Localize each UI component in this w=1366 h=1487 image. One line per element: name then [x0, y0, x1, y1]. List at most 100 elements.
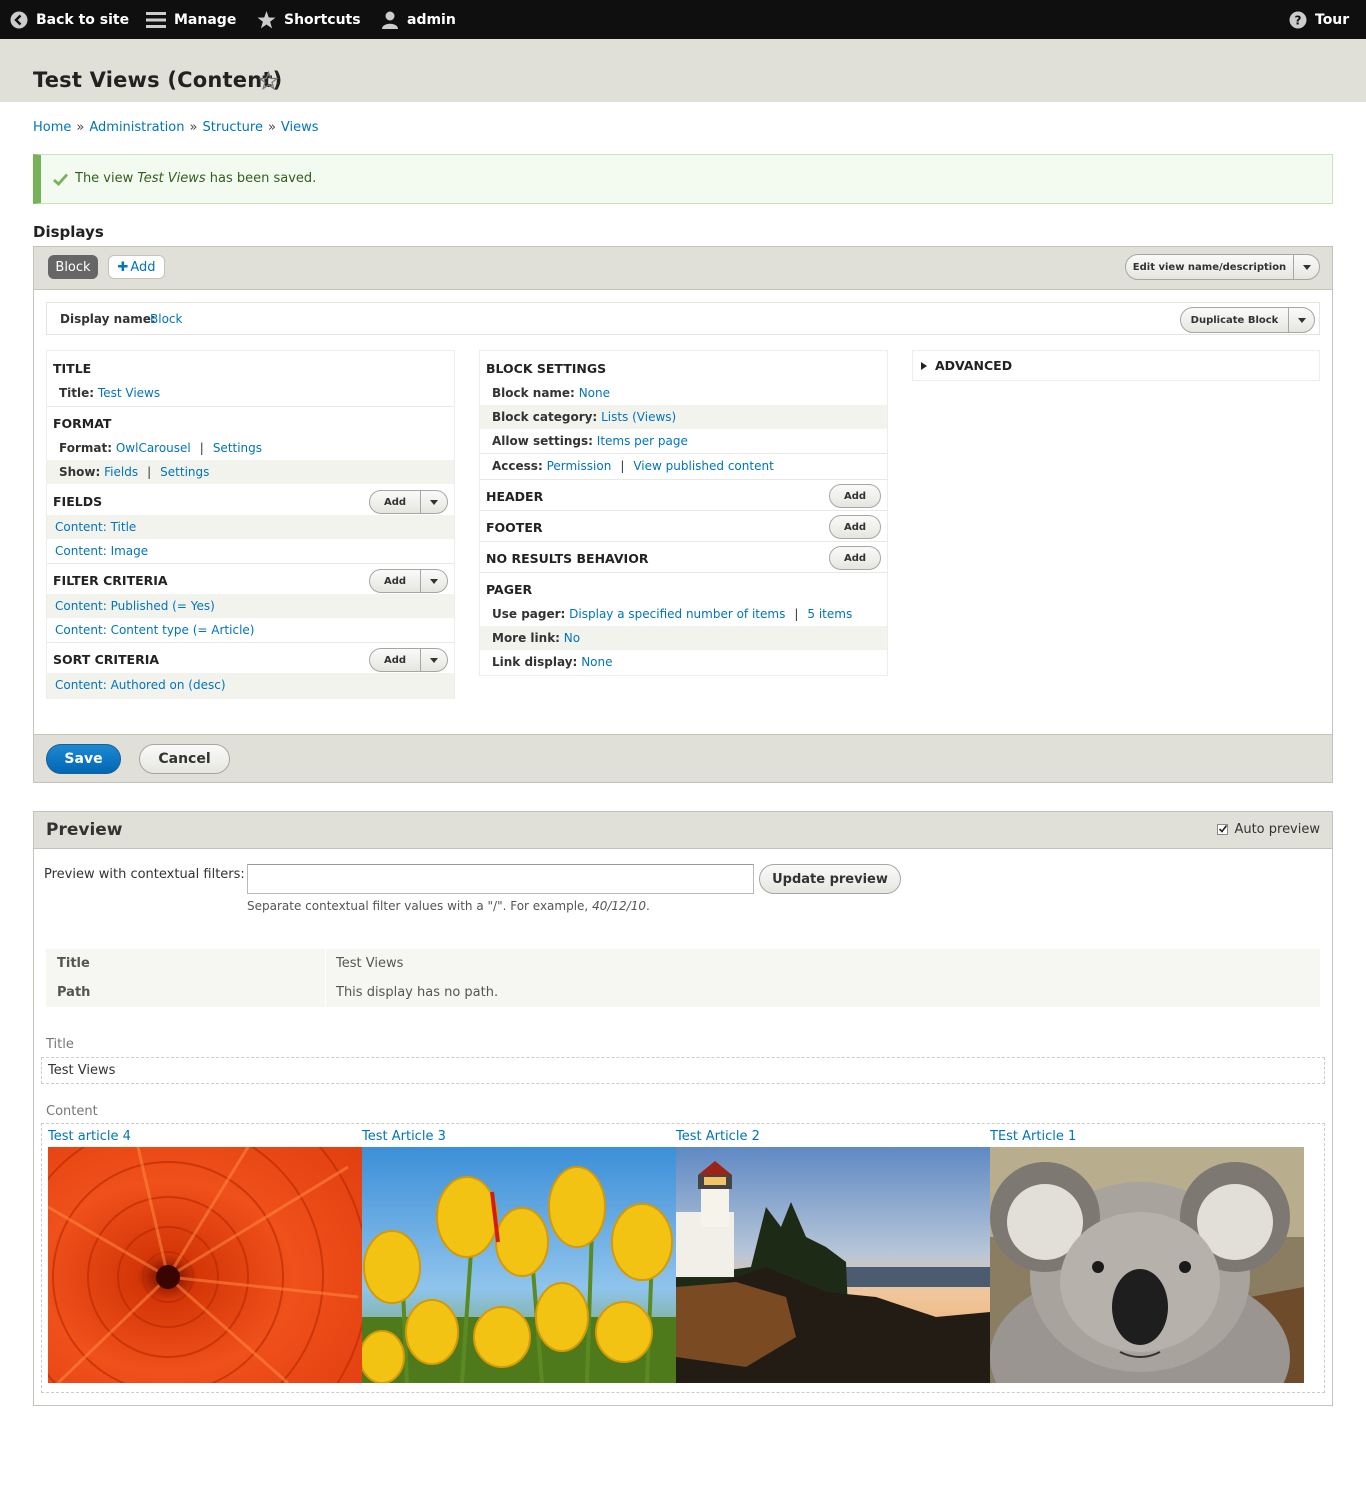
show-link[interactable]: Fields: [104, 465, 138, 479]
lighthouse-image[interactable]: [676, 1147, 990, 1383]
article-title-link[interactable]: TEst Article 1: [990, 1129, 1076, 1144]
back-arrow-icon: [10, 11, 28, 28]
preview-title-value: Test Views: [48, 1063, 116, 1078]
header-add-button[interactable]: Add: [829, 484, 881, 508]
fields-add-dropbutton[interactable]: Add: [369, 490, 448, 514]
block-category-label: Block category:: [492, 410, 598, 424]
user-icon: [382, 11, 398, 29]
shortcuts-menu[interactable]: Shortcuts: [257, 0, 361, 39]
chevron-down-icon[interactable]: [420, 649, 447, 671]
tour-button[interactable]: ? Tour: [1289, 0, 1349, 39]
tulips-image[interactable]: [362, 1147, 676, 1383]
allow-settings-row: Allow settings: Items per page: [480, 429, 887, 453]
format-row: Format: OwlCarousel | Settings: [59, 441, 263, 455]
block-name-link[interactable]: None: [579, 386, 610, 400]
admin-toolbar: Back to site Manage Shortcuts admin ? To…: [0, 0, 1366, 39]
flower-image[interactable]: [48, 1147, 362, 1383]
access-permission-link[interactable]: Permission: [547, 459, 612, 473]
fields-add-button[interactable]: Add: [370, 497, 420, 508]
header-section-heading: HEADER: [486, 489, 544, 504]
chevron-down-icon[interactable]: [420, 491, 447, 513]
block-category-link[interactable]: Lists (Views): [601, 410, 676, 424]
sort-authored-link[interactable]: Content: Authored on (desc): [55, 678, 226, 692]
status-message-text: The view Test Views has been saved.: [75, 171, 316, 186]
more-link-label: More link:: [492, 631, 560, 645]
sort-add-button[interactable]: Add: [370, 655, 420, 666]
breadcrumb-administration[interactable]: Administration: [89, 120, 184, 135]
access-view-published-link[interactable]: View published content: [633, 459, 773, 473]
auto-preview-checkbox[interactable]: [1217, 824, 1229, 835]
field-content-title-link[interactable]: Content: Title: [55, 520, 136, 534]
article-title-link[interactable]: Test Article 3: [362, 1129, 446, 1144]
use-pager-link[interactable]: Display a specified number of items: [569, 607, 785, 621]
filter-add-button[interactable]: Add: [370, 576, 420, 587]
table-row: Title Test Views: [46, 949, 1320, 978]
duplicate-block-button[interactable]: Duplicate Block: [1181, 315, 1288, 326]
allow-settings-link[interactable]: Items per page: [597, 434, 688, 448]
info-key: Title: [57, 956, 90, 971]
star-icon: [257, 10, 276, 28]
advanced-section[interactable]: ADVANCED: [912, 350, 1320, 381]
page-title: Test Views (Content): [33, 68, 283, 92]
update-preview-button[interactable]: Update preview: [759, 864, 901, 894]
breadcrumb-views[interactable]: Views: [281, 120, 319, 135]
allow-settings-label: Allow settings:: [492, 434, 593, 448]
chevron-down-icon[interactable]: [420, 570, 447, 592]
footer-section-heading: FOOTER: [486, 520, 543, 535]
add-display-button[interactable]: ✚ Add: [108, 255, 165, 279]
display-name-label: Display name:: [60, 312, 156, 326]
format-settings-link[interactable]: Settings: [213, 441, 262, 455]
format-section-heading: FORMAT: [53, 416, 112, 431]
plus-icon: ✚: [117, 259, 129, 275]
middle-column: BLOCK SETTINGS Block name: None Block ca…: [479, 350, 888, 676]
breadcrumb-structure[interactable]: Structure: [202, 120, 262, 135]
block-name-row: Block name: None: [480, 381, 887, 405]
link-display-link[interactable]: None: [581, 655, 612, 669]
back-to-site-link[interactable]: Back to site: [10, 0, 129, 39]
title-link[interactable]: Test Views: [98, 386, 160, 400]
article-title-link[interactable]: Test article 4: [48, 1129, 131, 1144]
display-name-link[interactable]: Block: [150, 312, 182, 326]
show-settings-link[interactable]: Settings: [160, 465, 209, 479]
sort-add-dropbutton[interactable]: Add: [369, 648, 448, 672]
chevron-down-icon[interactable]: [1293, 255, 1319, 279]
triangle-right-icon: [921, 362, 927, 370]
tab-block[interactable]: Block: [48, 255, 98, 279]
chevron-down-icon[interactable]: [1288, 308, 1314, 332]
format-link[interactable]: OwlCarousel: [116, 441, 191, 455]
fields-section-heading: FIELDS: [53, 494, 103, 509]
more-link-row: More link: No: [480, 626, 887, 650]
link-display-label: Link display:: [492, 655, 578, 669]
koala-image[interactable]: [990, 1147, 1304, 1383]
more-link-link[interactable]: No: [564, 631, 580, 645]
auto-preview-toggle[interactable]: Auto preview: [1217, 822, 1320, 837]
display-name-row: Display name: Block Duplicate Block: [46, 302, 1320, 335]
save-button[interactable]: Save: [46, 744, 121, 774]
edit-view-dropbutton[interactable]: Edit view name/description: [1125, 254, 1320, 280]
filter-published-link[interactable]: Content: Published (= Yes): [55, 599, 215, 613]
preview-title-label: Title: [46, 1037, 74, 1052]
field-content-image-link[interactable]: Content: Image: [55, 544, 148, 558]
svg-text:?: ?: [1295, 13, 1302, 27]
shortcuts-label: Shortcuts: [284, 11, 361, 28]
cancel-button[interactable]: Cancel: [139, 744, 230, 774]
duplicate-dropbutton[interactable]: Duplicate Block: [1180, 307, 1315, 333]
filter-add-dropbutton[interactable]: Add: [369, 569, 448, 593]
manage-menu[interactable]: Manage: [146, 0, 236, 39]
contextual-filters-input[interactable]: [247, 864, 754, 894]
shortcut-star-icon[interactable]: [259, 71, 278, 90]
filter-content-type-link[interactable]: Content: Content type (= Article): [55, 623, 254, 637]
user-menu[interactable]: admin: [381, 0, 456, 39]
footer-add-button[interactable]: Add: [829, 515, 881, 539]
edit-view-button[interactable]: Edit view name/description: [1126, 262, 1293, 273]
access-row: Access: Permission | View published conten…: [492, 459, 774, 473]
filter-item: Content: Content type (= Article): [47, 618, 454, 642]
preview-title-box: Test Views: [41, 1057, 1325, 1084]
article-title-link[interactable]: Test Article 2: [676, 1129, 760, 1144]
pager-items-link[interactable]: 5 items: [807, 607, 852, 621]
breadcrumb-home[interactable]: Home: [33, 120, 71, 135]
no-results-add-button[interactable]: Add: [829, 546, 881, 570]
block-settings-heading: BLOCK SETTINGS: [486, 361, 607, 376]
preview-panel: Preview Auto preview Preview with contex…: [33, 811, 1333, 1406]
form-actions: Save Cancel: [34, 734, 1332, 782]
